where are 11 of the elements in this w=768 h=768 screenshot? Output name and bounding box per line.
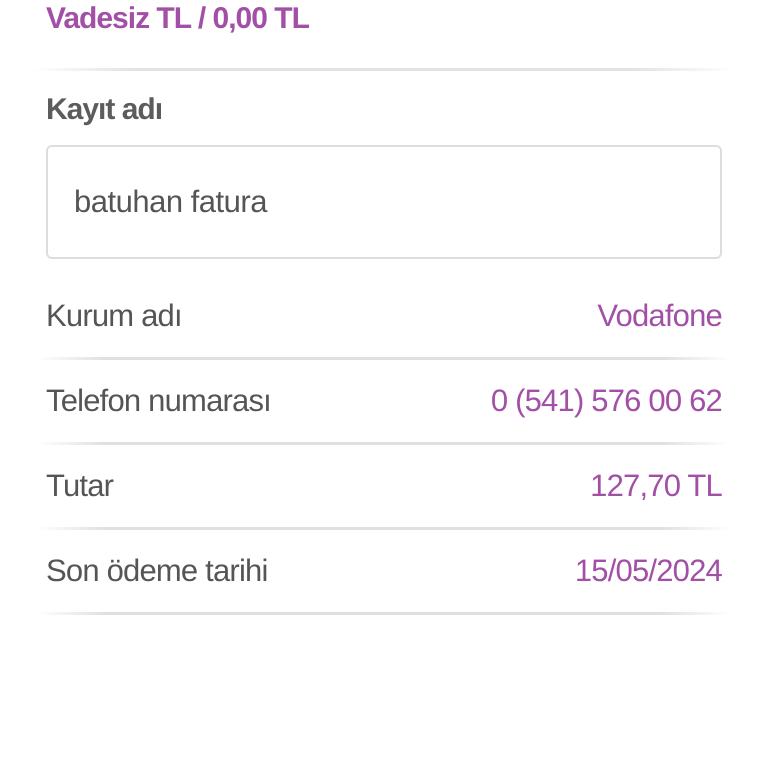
balance-summary: Vadesiz TL / 0,00 TL [46, 1, 310, 37]
detail-value: Vodafone [597, 298, 722, 334]
detail-value: 0 (541) 576 00 62 [490, 383, 722, 419]
detail-value: 15/05/2024 [574, 553, 722, 589]
detail-label: Telefon numarası [46, 383, 271, 419]
field-label: Kayıt adı [46, 93, 164, 127]
save-name-field[interactable]: batuhan fatura [46, 145, 722, 259]
detail-value: 127,70 TL [590, 468, 722, 504]
detail-label: Son ödeme tarihi [46, 553, 268, 589]
detail-label: Kurum adı [46, 298, 182, 334]
detail-label: Tutar [46, 468, 114, 504]
